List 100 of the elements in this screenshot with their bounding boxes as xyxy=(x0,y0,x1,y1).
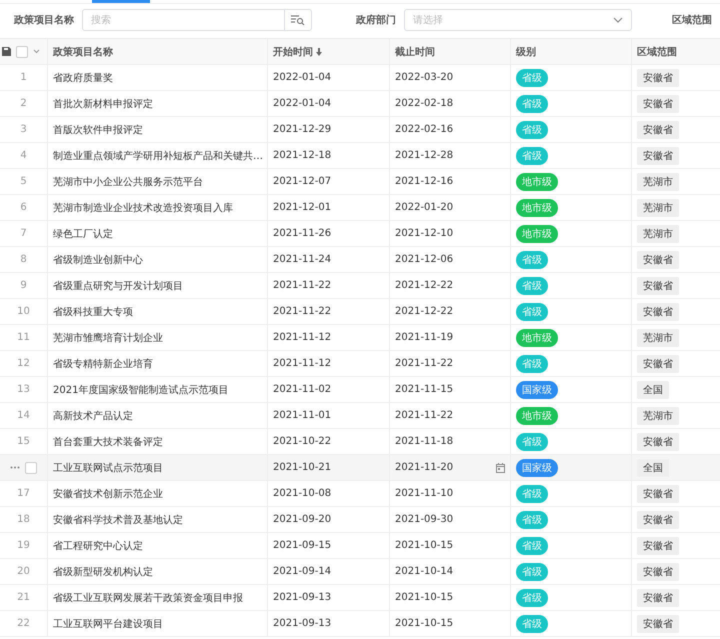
region-tag: 安徽省 xyxy=(637,302,679,320)
table-cell: 2021-11-02 xyxy=(273,384,332,395)
checkbox[interactable] xyxy=(16,46,28,58)
table-cell: 2021-12-22 xyxy=(395,306,454,317)
region-tag: 安徽省 xyxy=(637,94,679,112)
table-cell: 2021-12-22 xyxy=(395,280,454,291)
table-cell-text: 省工程研究中心认定 xyxy=(53,540,143,552)
caret-icon[interactable] xyxy=(33,49,40,54)
level-tag: 省级 xyxy=(516,68,548,86)
region-tag: 安徽省 xyxy=(637,276,679,294)
column-header[interactable]: 政策项目名称 xyxy=(53,44,113,58)
filter-label: 政策项目名称 xyxy=(14,14,74,27)
filter-label: 区域范围 xyxy=(672,14,712,27)
table-cell: 2021-10-22 xyxy=(273,436,332,447)
row-number: 6 xyxy=(20,202,27,213)
table-cell: 2021-11-22 xyxy=(395,410,454,421)
level-tag: 省级 xyxy=(516,536,548,554)
column-header[interactable]: 区域范围 xyxy=(637,44,677,58)
row-number: 7 xyxy=(20,228,27,239)
level-tag: 地市级 xyxy=(516,406,558,424)
table-cell: 2022-01-20 xyxy=(395,202,454,213)
table-cell: 2022-01-04 xyxy=(273,72,332,83)
table-cell: 2021-12-16 xyxy=(395,176,454,187)
region-tag: 安徽省 xyxy=(637,536,679,554)
table-cell-text: 省级科技重大专项 xyxy=(53,306,133,318)
table-cell: 2021-09-14 xyxy=(273,566,332,577)
select-input[interactable]: 请选择 xyxy=(404,14,613,26)
table-cell-text: 高新技术产品认定 xyxy=(53,410,133,422)
level-tag: 省级 xyxy=(516,588,548,606)
row-number: 15 xyxy=(17,436,30,447)
table-cell-text: 首版次软件申报评定 xyxy=(53,124,143,136)
row-number: 1 xyxy=(20,72,27,83)
level-tag: 省级 xyxy=(516,302,548,320)
table-cell-text: 首台套重大技术装备评定 xyxy=(53,436,163,448)
table-cell: 2022-03-20 xyxy=(395,72,454,83)
column-header[interactable]: 开始时间 xyxy=(273,44,313,58)
row-number: 19 xyxy=(17,540,30,551)
region-tag: 芜湖市 xyxy=(637,224,679,242)
filter-label: 政府部门 xyxy=(356,13,396,27)
table-cell: 2021-10-14 xyxy=(395,566,454,577)
table-cell: 2021-12-07 xyxy=(273,176,332,187)
select-field[interactable]: 请选择 xyxy=(404,9,632,31)
region-tag: 安徽省 xyxy=(637,484,679,502)
table-cell: 2021-09-15 xyxy=(273,540,332,551)
table-cell-text: 省级制造业创新中心 xyxy=(53,254,143,266)
region-tag: 安徽省 xyxy=(637,250,679,268)
table-cell-text: 省政府质量奖 xyxy=(53,72,113,84)
region-tag: 芜湖市 xyxy=(637,198,679,216)
row-number: 14 xyxy=(17,410,30,421)
table-cell: 2021-12-29 xyxy=(273,124,332,135)
table-cell: 2021-12-10 xyxy=(395,228,454,239)
region-tag: 全国 xyxy=(637,458,669,476)
level-tag: 地市级 xyxy=(516,224,558,242)
column-header[interactable]: 级别 xyxy=(516,44,536,58)
row-number: 11 xyxy=(17,332,30,343)
region-tag: 安徽省 xyxy=(637,146,679,164)
table-cell: 2021-11-18 xyxy=(395,436,454,447)
table-cell: 2021-10-15 xyxy=(395,618,454,629)
table-cell-text: 首批次新材料申报评定 xyxy=(53,98,153,110)
search-field[interactable]: 搜索 xyxy=(82,9,312,31)
table-cell-text: 绿色工厂认定 xyxy=(53,228,113,240)
row-number: 17 xyxy=(17,488,30,499)
search-input[interactable]: 搜索 xyxy=(83,14,284,26)
table-cell: 2021-10-15 xyxy=(395,540,454,551)
table-cell: 2021-09-30 xyxy=(395,514,454,525)
calendar-icon[interactable] xyxy=(496,462,505,472)
level-tag: 省级 xyxy=(516,562,548,580)
row-number: 9 xyxy=(20,280,27,291)
row-number: 4 xyxy=(20,150,27,161)
level-tag: 省级 xyxy=(516,484,548,502)
save-icon[interactable] xyxy=(2,47,11,56)
level-tag: 省级 xyxy=(516,354,548,372)
row-number: 20 xyxy=(17,566,30,577)
table-cell-text: 芜湖市制造业企业技术改造投资项目入库 xyxy=(53,202,233,214)
table-cell-text: 安徽省技术创新示范企业 xyxy=(53,488,163,500)
table-cell-text: 省级新型研发机构认定 xyxy=(53,566,153,578)
table-cell: 2022-02-16 xyxy=(395,124,454,135)
column-header[interactable]: 截止时间 xyxy=(395,44,435,58)
table-cell: 2021-11-24 xyxy=(273,254,332,265)
level-tag: 省级 xyxy=(516,120,548,138)
region-tag: 全国 xyxy=(637,380,669,398)
level-tag: 省级 xyxy=(516,276,548,294)
row-number: 3 xyxy=(20,124,27,135)
row-number: 2 xyxy=(20,98,27,109)
row-number: 21 xyxy=(17,592,30,603)
region-tag: 安徽省 xyxy=(637,354,679,372)
level-tag: 国家级 xyxy=(516,458,558,476)
table-cell: 2022-01-04 xyxy=(273,98,332,109)
level-tag: 地市级 xyxy=(516,198,558,216)
table-cell: 2021-09-13 xyxy=(273,618,332,629)
table-cell-text: 省级重点研究与开发计划项目 xyxy=(53,280,183,292)
tab-indicator xyxy=(92,0,150,3)
search-icon[interactable] xyxy=(290,15,305,25)
sort-down-icon[interactable] xyxy=(316,48,322,56)
checkbox[interactable] xyxy=(25,462,37,474)
level-tag: 省级 xyxy=(516,432,548,450)
table-cell: 2021-11-26 xyxy=(273,228,332,239)
more-icon[interactable] xyxy=(10,466,20,469)
row-number: 13 xyxy=(17,384,30,395)
table-cell-text: 工业互联网试点示范项目 xyxy=(53,462,163,474)
